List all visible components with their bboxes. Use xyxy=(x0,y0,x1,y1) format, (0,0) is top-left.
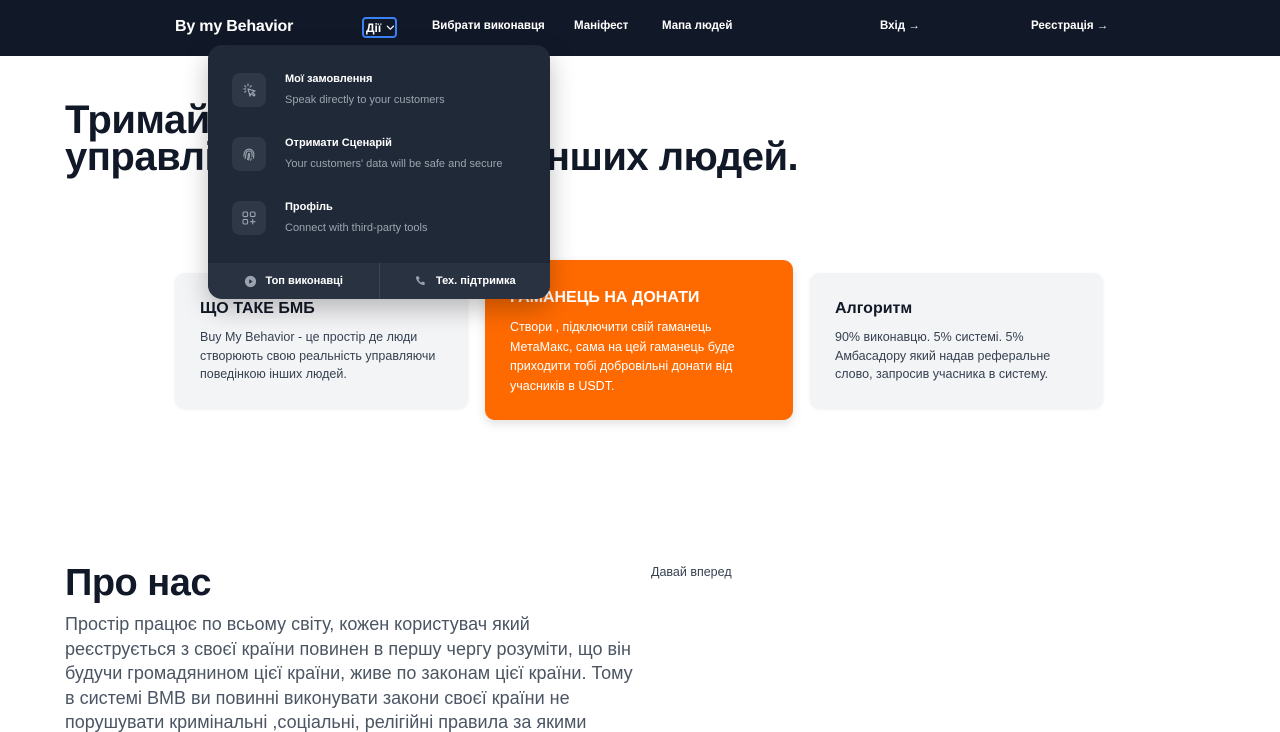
cursor-click-icon xyxy=(232,73,266,107)
nav-link-people-map[interactable]: Мапа людей xyxy=(662,20,732,32)
card-algorithm: Алгоритм 90% виконавцю. 5% системі. 5% А… xyxy=(810,273,1103,408)
dropdown-item-profile[interactable]: Профіль Connect with third-party tools xyxy=(232,201,532,241)
nav-link-manifest[interactable]: Маніфест xyxy=(574,20,628,32)
card-title: ЩО ТАКЕ БМБ xyxy=(200,300,315,317)
card-body: Buy My Behavior - це простір де люди ств… xyxy=(200,330,436,381)
about-heading: Про нас xyxy=(65,562,212,604)
card-body: Створи , підключити свій гаманець МетаМа… xyxy=(510,320,735,393)
tech-support-label: Тех. підтримка xyxy=(435,275,516,287)
fingerprint-icon xyxy=(232,137,266,171)
dropdown-item-title: Профіль xyxy=(285,201,333,213)
about-text: Простір працює по всьому світу, кожен ко… xyxy=(65,614,633,732)
top-navbar: By my Behavior Дії Вибрати виконавця Ман… xyxy=(0,0,1280,56)
dropdown-item-title: Мої замовлення xyxy=(285,73,373,85)
card-body: 90% виконавцю. 5% системі. 5% Амбасадору… xyxy=(835,330,1051,381)
login-link[interactable]: Вхід → xyxy=(880,20,920,32)
dropdown-item-my-orders[interactable]: Мої замовлення Speak directly to your cu… xyxy=(232,73,532,113)
actions-menu-label: Дії xyxy=(366,20,382,35)
squares-plus-icon xyxy=(232,201,266,235)
dropdown-item-subtitle: Speak directly to your customers xyxy=(285,94,445,106)
register-link[interactable]: Реєстрація → xyxy=(1031,20,1108,32)
card-title: Алгоритм xyxy=(835,300,913,317)
tech-support-button[interactable]: Тех. підтримка xyxy=(380,263,551,299)
actions-menu-button[interactable]: Дії xyxy=(362,17,397,38)
dropdown-item-title: Отримати Сценарій xyxy=(285,137,392,149)
actions-dropdown-menu: Мої замовлення Speak directly to your cu… xyxy=(208,45,550,299)
play-circle-icon xyxy=(244,275,256,287)
dropdown-item-subtitle: Connect with third-party tools xyxy=(285,222,428,234)
phone-icon xyxy=(415,275,425,285)
chevron-down-icon xyxy=(386,25,395,30)
dropdown-item-get-scenario[interactable]: Отримати Сценарій Your customers' data w… xyxy=(232,137,532,177)
top-performers-button[interactable]: Топ виконавці xyxy=(208,263,380,299)
top-performers-label: Топ виконавці xyxy=(265,275,343,287)
brand-logo[interactable]: By my Behavior xyxy=(175,18,293,36)
nav-link-choose-performer[interactable]: Вибрати виконавця xyxy=(432,20,545,32)
go-forward-link[interactable]: Давай вперед xyxy=(651,565,732,579)
dropdown-footer: Топ виконавці Тех. підтримка xyxy=(208,263,550,299)
dropdown-item-subtitle: Your customers' data will be safe and se… xyxy=(285,158,503,170)
